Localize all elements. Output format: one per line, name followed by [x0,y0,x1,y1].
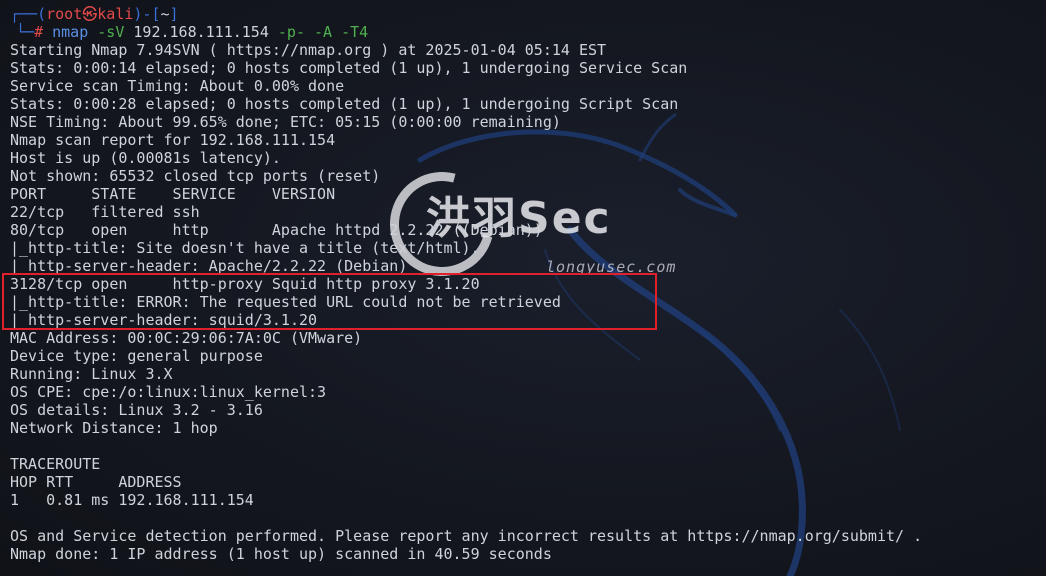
prompt-frame-bottom: └─ [16,23,35,41]
output-line: Host is up (0.00081s latency). [10,149,281,167]
traceroute-hop: 1 0.81 ms 192.168.111.154 [10,491,254,509]
prompt-at-symbol: ㉿ [82,5,98,23]
output-line: Device type: general purpose [10,347,263,365]
output-line: MAC Address: 00:0C:29:06:7A:0C (VMware) [10,329,363,347]
prompt-hash: # [34,23,44,41]
output-line: Network Distance: 1 hop [10,419,218,437]
prompt-host: kali [97,5,134,23]
output-line: OS details: Linux 3.2 - 3.16 [10,401,263,419]
command-target: 192.168.111.154 [133,23,269,41]
output-line: Not shown: 65532 closed tcp ports (reset… [10,167,381,185]
output-line: Stats: 0:00:14 elapsed; 0 hosts complete… [10,59,688,77]
prompt-line: ┌──(root㉿kali)-[~] [10,5,922,23]
prompt-frame-mid: )-[ [133,5,161,23]
output-line: Nmap scan report for 192.168.111.154 [10,131,336,149]
highlight-annotation-box [2,273,657,330]
prompt-cwd: ~ [160,5,170,23]
output-line: Running: Linux 3.X [10,365,173,383]
port-row: 80/tcp open http Apache httpd 2.2.22 ((D… [10,221,543,239]
prompt-user: root [46,5,83,23]
command-flag: -T4 [341,23,369,41]
port-row: 22/tcp filtered ssh [10,203,200,221]
output-line: Starting Nmap 7.94SVN ( https://nmap.org… [10,41,607,59]
prompt-frame-end: ] [169,5,179,23]
command-line[interactable]: └─# nmap -sV 192.168.111.154 -p- -A -T4 [16,23,922,41]
command-flag: -A [314,23,333,41]
traceroute-columns: HOP RTT ADDRESS [10,473,182,491]
traceroute-header: TRACEROUTE [10,455,101,473]
output-line: Stats: 0:00:28 elapsed; 0 hosts complete… [10,95,679,113]
output-line: OS CPE: cpe:/o:linux:linux_kernel:3 [10,383,327,401]
output-line: Nmap done: 1 IP address (1 host up) scan… [10,545,552,563]
script-output-line: |_http-title: Site doesn't have a title … [10,239,480,257]
command-flag: -sV [97,23,125,41]
command-flag: -p- [277,23,305,41]
output-line: OS and Service detection performed. Plea… [10,527,923,545]
command-name: nmap [52,23,89,41]
output-line: NSE Timing: About 99.65% done; ETC: 05:1… [10,113,561,131]
output-line: Service scan Timing: About 0.00% done [10,77,345,95]
prompt-frame: ┌──( [10,5,47,23]
port-table-header: PORT STATE SERVICE VERSION [10,185,336,203]
terminal-window[interactable]: 洪羽Sec longyusec.com ┌──(root㉿kali)-[~] └… [0,0,1046,576]
